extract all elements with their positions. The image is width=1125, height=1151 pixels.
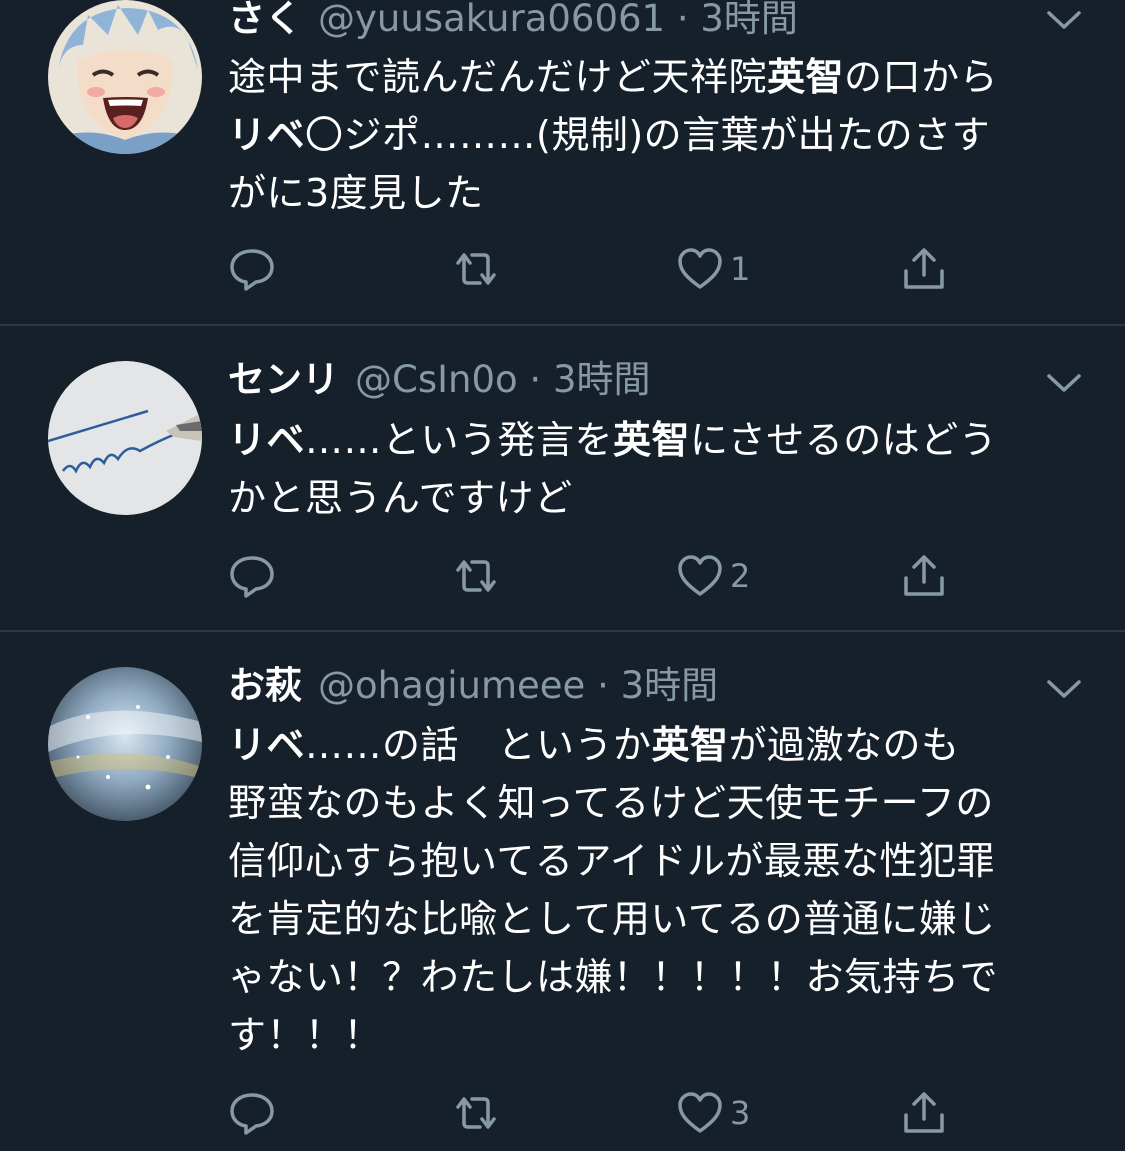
tweet-text-line: リベ……の話 というか英智が過激なのも — [228, 716, 1088, 774]
share-button[interactable] — [900, 1088, 948, 1138]
retweet-button[interactable] — [452, 1088, 500, 1138]
display-name[interactable]: センリ — [228, 358, 339, 401]
display-name[interactable]: さく — [228, 0, 302, 40]
share-button[interactable] — [900, 244, 948, 294]
highlighted-term: 英智 — [613, 418, 691, 462]
highlighted-term: リベ — [228, 418, 306, 462]
handle[interactable]: @ohagiumeee · 3時間 — [318, 664, 718, 707]
chevron-down-icon[interactable] — [1044, 674, 1084, 704]
text-segment: ゃない！？わたしは嫌！！！！！お気持ちで — [228, 955, 999, 999]
like-button[interactable]: 3 — [676, 1088, 750, 1138]
tweet-text-line: リベ〇ジポ………(規制)の言葉が出たのさす — [228, 106, 1088, 164]
text-segment: 信仰心すら抱いてるアイドルが最悪な性犯罪 — [228, 839, 995, 883]
tweet-text-line: がに3度見した — [228, 164, 1088, 222]
retweet-icon — [456, 253, 496, 285]
timestamp[interactable]: 3時間 — [621, 664, 719, 707]
text-segment: の口から — [844, 55, 999, 99]
text-segment: ……という発言を — [305, 418, 614, 462]
timestamp[interactable]: 3時間 — [700, 0, 798, 40]
text-segment: にさせるのはどう — [690, 418, 998, 462]
highlighted-term: リベ — [228, 113, 306, 157]
like-count: 3 — [730, 1094, 751, 1132]
share-icon — [904, 1092, 944, 1133]
like-count: 2 — [730, 557, 751, 595]
tweet-text-line: かと思うんですけど — [228, 469, 1088, 527]
text-segment: が過激なのも — [728, 723, 960, 767]
retweet-button[interactable] — [452, 551, 500, 601]
text-segment: 途中まで読んだんだけど天祥院 — [228, 55, 768, 99]
reply-button[interactable] — [228, 244, 276, 294]
text-segment: がに3度見した — [228, 171, 484, 215]
tweet-text: 途中まで読んだんだけど天祥院英智の口から リベ〇ジポ………(規制)の言葉が出たのさ… — [228, 48, 1088, 222]
like-icon — [678, 1092, 722, 1133]
divider — [0, 324, 1125, 326]
share-icon — [904, 248, 944, 289]
tweet-text-line: 野蛮なのもよく知ってるけど天使モチーフの — [228, 774, 1088, 832]
like-button[interactable]: 2 — [676, 551, 750, 601]
tweet-text-line: ゃない！？わたしは嫌！！！！！お気持ちで — [228, 948, 1088, 1006]
text-segment: かと思うんですけど — [228, 476, 573, 520]
chevron-down-icon[interactable] — [1044, 368, 1084, 398]
tweet-actions: 2 — [228, 551, 988, 601]
text-segment: を肯定的な比喩として用いてるの普通に嫌じ — [228, 897, 996, 941]
handle[interactable]: @yuusakura06061 · 3時間 — [318, 0, 798, 40]
reply-icon — [230, 249, 274, 291]
like-button[interactable]: 1 — [676, 244, 750, 294]
reply-button[interactable] — [228, 1088, 276, 1138]
timestamp[interactable]: 3時間 — [553, 358, 651, 401]
tweet-text-line: す！！！ — [228, 1006, 1088, 1064]
tweet-text-line: リベ……という発言を英智にさせるのはどう — [228, 411, 1088, 469]
divider — [0, 630, 1125, 632]
avatar[interactable] — [48, 667, 202, 821]
chevron-down-icon[interactable] — [1044, 5, 1084, 35]
display-name[interactable]: お萩 — [228, 664, 302, 707]
tweet-header: お萩 @ohagiumeee · 3時間 — [228, 661, 1045, 711]
highlighted-term: リベ — [228, 723, 306, 767]
tweet-text-line: 途中まで読んだんだけど天祥院英智の口から — [228, 48, 1088, 106]
tweet-text: リベ……の話 というか英智が過激なのも野蛮なのもよく知ってるけど天使モチーフの信… — [228, 716, 1088, 1064]
retweet-icon — [456, 560, 496, 592]
text-segment: 野蛮なのもよく知ってるけど天使モチーフの — [228, 781, 994, 825]
tweet-text-line: を肯定的な比喩として用いてるの普通に嫌じ — [228, 890, 1088, 948]
like-icon — [678, 555, 722, 596]
avatar[interactable] — [48, 361, 202, 515]
highlighted-term: 英智 — [651, 723, 729, 767]
share-button[interactable] — [900, 551, 948, 601]
tweet-text: リベ……という発言を英智にさせるのはどうかと思うんですけど — [228, 411, 1088, 527]
avatar[interactable] — [48, 0, 202, 154]
tweet-header: センリ @CsIn0o · 3時間 — [228, 355, 1045, 405]
tweet-actions: 1 — [228, 244, 988, 294]
reply-button[interactable] — [228, 551, 276, 601]
reply-icon — [230, 1093, 274, 1135]
tweet-header: さく @yuusakura06061 · 3時間 — [228, 0, 1045, 44]
tweet-actions: 3 — [228, 1088, 988, 1138]
text-segment: 〇ジポ………(規制)の言葉が出たのさす — [305, 113, 991, 157]
like-icon — [678, 248, 722, 289]
reply-icon — [230, 556, 274, 598]
text-segment: す！！！ — [228, 1013, 383, 1057]
handle[interactable]: @CsIn0o · 3時間 — [355, 358, 651, 401]
like-count: 1 — [730, 250, 751, 288]
highlighted-term: 英智 — [767, 55, 845, 99]
retweet-button[interactable] — [452, 244, 500, 294]
share-icon — [904, 555, 944, 596]
tweet-text-line: 信仰心すら抱いてるアイドルが最悪な性犯罪 — [228, 832, 1088, 890]
retweet-icon — [456, 1097, 496, 1129]
text-segment: ……の話 というか — [305, 723, 652, 767]
